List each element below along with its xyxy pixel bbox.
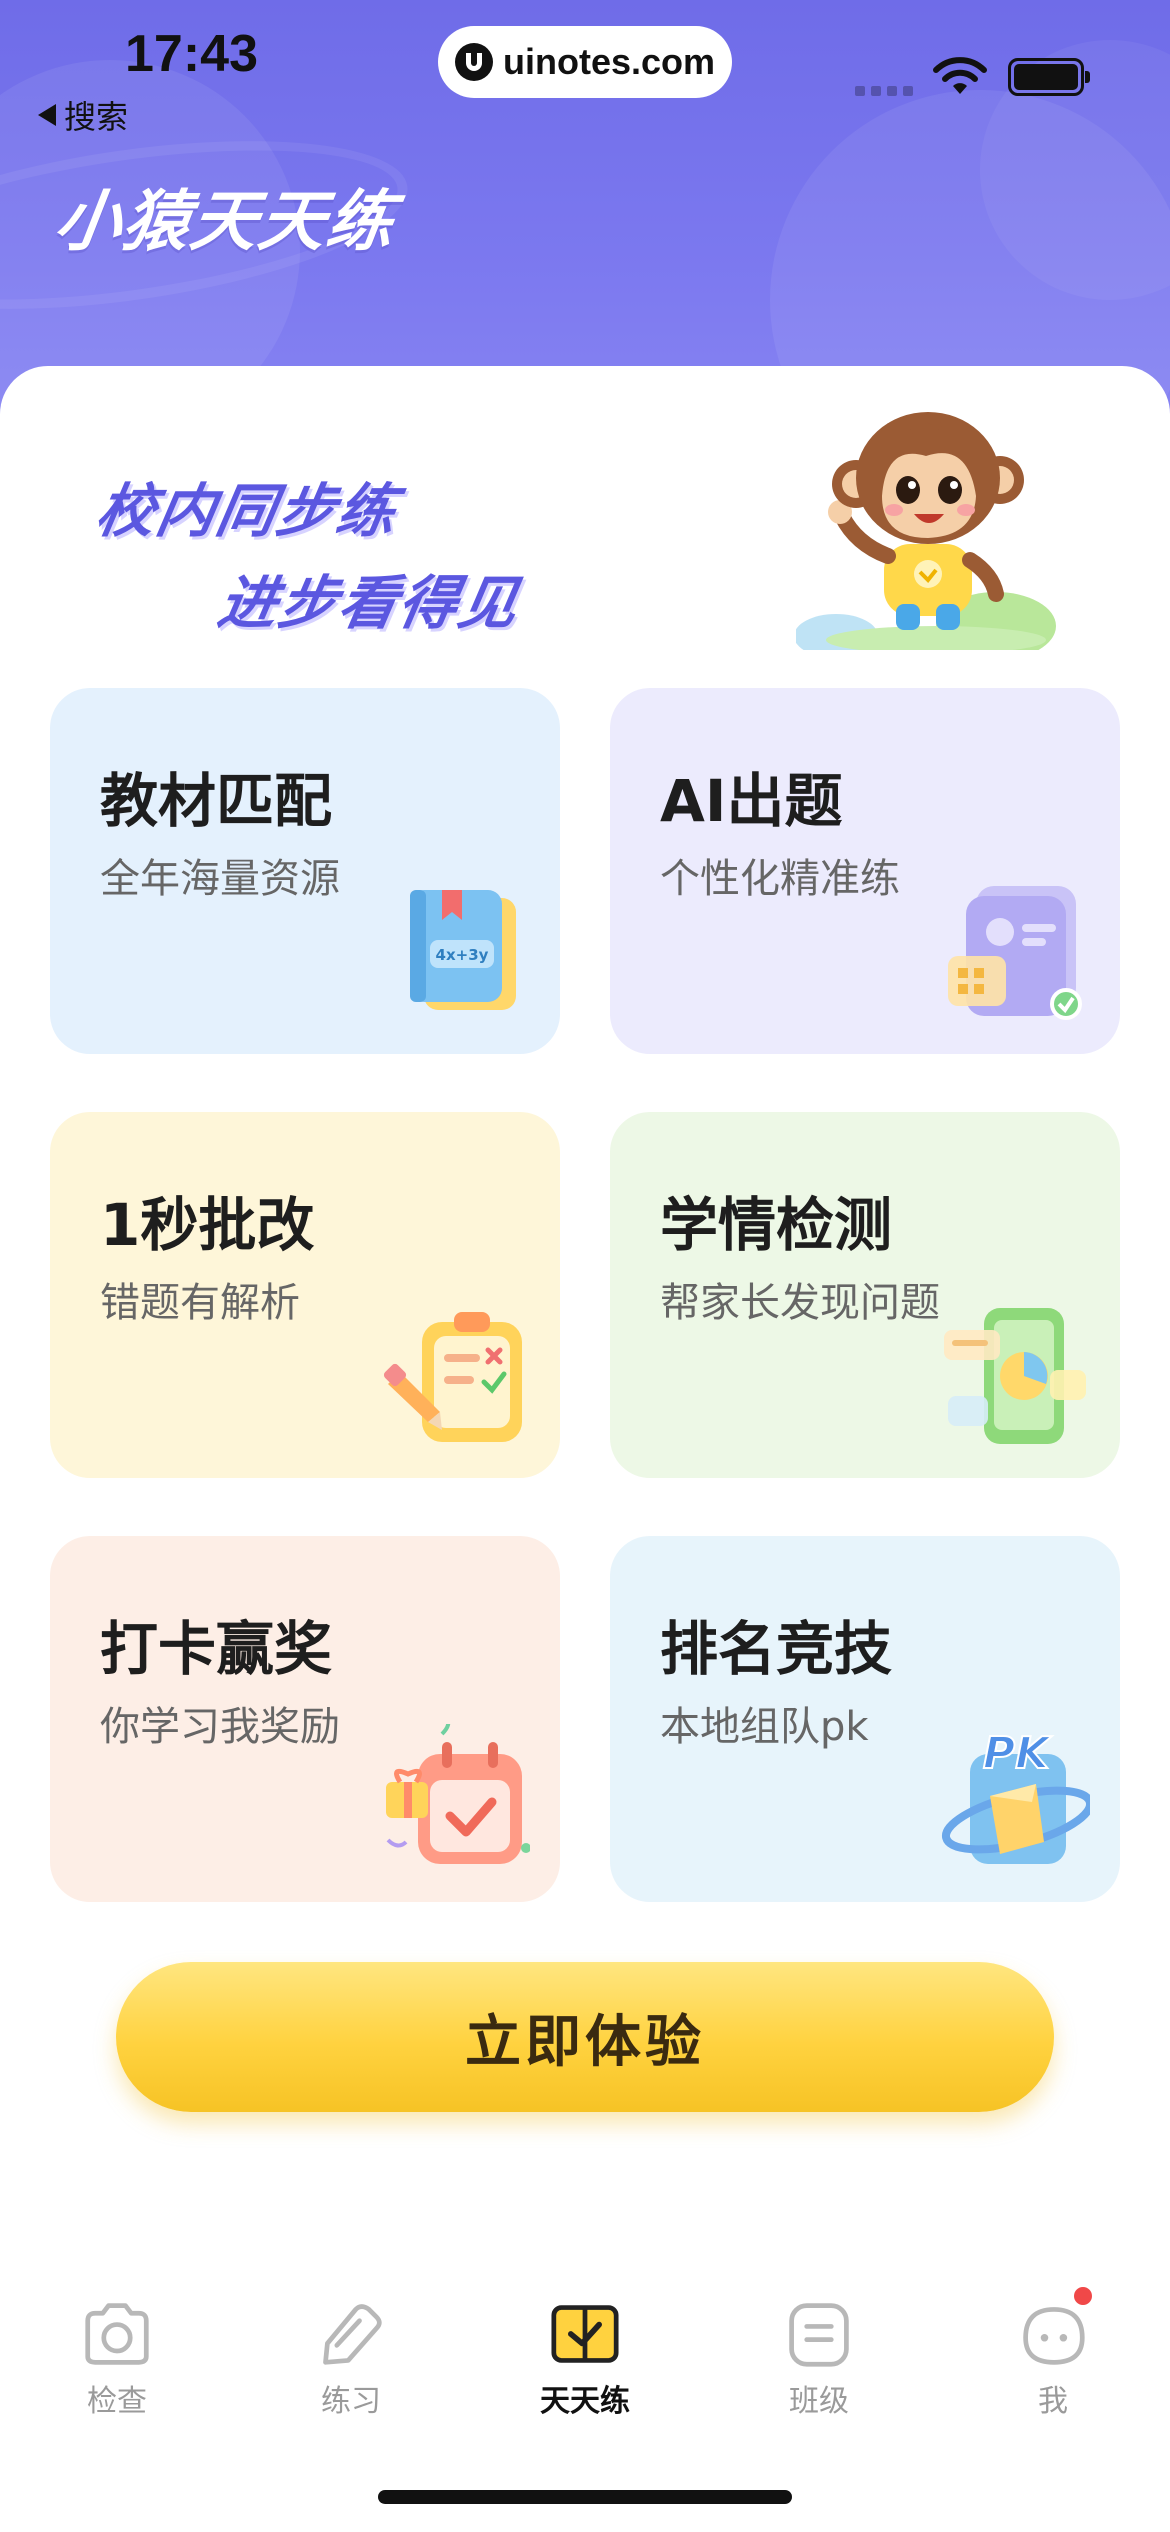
card-title: 排名竞技: [660, 1615, 893, 1683]
header: 17:43 搜索 uinotes.com 小猿天天练: [0, 0, 1170, 420]
book-check-icon: [551, 2305, 619, 2363]
bottom-tab-bar: 检查 练习 天天练 班级 我: [0, 2280, 1170, 2420]
back-to-search-button[interactable]: 搜索: [38, 92, 128, 138]
cellular-signal-icon: [855, 86, 913, 96]
back-triangle-icon: [38, 104, 56, 126]
tab-label: 天天练: [540, 2384, 630, 2419]
card-subtitle: 错题有解析: [100, 1280, 300, 1326]
tab-label: 我: [1038, 2384, 1068, 2419]
tab-label: 检查: [87, 2384, 147, 2419]
tab-label: 班级: [789, 2384, 849, 2419]
card-title: AI出题: [660, 767, 843, 835]
pencil-tag-icon: [323, 2304, 382, 2365]
svg-text:PK: PK: [983, 1728, 1052, 1779]
tab-me[interactable]: 我: [936, 2280, 1170, 2420]
card-title: 1秒批改: [100, 1191, 315, 1259]
tab-practice[interactable]: 练习: [234, 2280, 468, 2420]
feature-card-textbook[interactable]: 教材匹配 全年海量资源 4x+3y: [50, 688, 560, 1054]
try-now-button[interactable]: 立即体验: [116, 1962, 1054, 2112]
slogan-line1: 校内同步练: [91, 477, 404, 545]
url-pill[interactable]: uinotes.com: [438, 26, 732, 98]
card-title: 学情检测: [660, 1191, 893, 1259]
tab-class[interactable]: 班级: [702, 2280, 936, 2420]
camera-icon: [85, 2303, 149, 2365]
tab-daily-practice[interactable]: 天天练: [468, 2280, 702, 2420]
battery-icon: [1008, 58, 1090, 96]
url-text: uinotes.com: [502, 41, 716, 82]
monkey-mascot-icon: [796, 412, 1056, 650]
textbook-icon: 4x+3y: [410, 890, 516, 1010]
face-icon: [1023, 2307, 1085, 2365]
svg-text:4x+3y: 4x+3y: [436, 946, 489, 964]
feature-card-ai-questions[interactable]: AI出题 个性化精准练: [610, 688, 1120, 1054]
app-title: 小猿天天练: [49, 183, 401, 260]
site-logo-icon: [454, 43, 493, 81]
class-list-icon: [789, 2303, 849, 2367]
card-subtitle: 你学习我奖励: [100, 1704, 340, 1750]
tab-label: 练习: [321, 2384, 381, 2419]
card-subtitle: 全年海量资源: [100, 856, 340, 902]
tab-check[interactable]: 检查: [0, 2280, 234, 2420]
card-subtitle: 本地组队pk: [660, 1704, 869, 1750]
wifi-icon: [933, 57, 987, 94]
card-title: 打卡赢奖: [100, 1615, 333, 1683]
feature-card-ranking-pk[interactable]: 排名竞技 本地组队pk PK: [610, 1536, 1120, 1902]
clipboard-check-icon: [383, 1312, 522, 1442]
status-time: 17:43: [125, 25, 258, 83]
back-search-label: 搜索: [64, 98, 129, 136]
calendar-gift-icon: [386, 1724, 530, 1864]
ai-document-icon: [948, 886, 1082, 1020]
feature-card-instant-grading[interactable]: 1秒批改 错题有解析: [50, 1112, 560, 1478]
pk-globe-icon: PK: [941, 1727, 1090, 1864]
phone-chart-icon: [944, 1308, 1086, 1444]
feature-card-checkin-rewards[interactable]: 打卡赢奖 你学习我奖励: [50, 1536, 560, 1902]
home-indicator: [378, 2490, 792, 2504]
notification-badge: [1071, 2284, 1095, 2308]
card-title: 教材匹配: [100, 767, 333, 835]
feature-card-learning-analysis[interactable]: 学情检测 帮家长发现问题: [610, 1112, 1120, 1478]
card-subtitle: 个性化精准练: [660, 856, 900, 902]
card-subtitle: 帮家长发现问题: [660, 1280, 940, 1326]
slogan-line2: 进步看得见: [213, 569, 526, 637]
